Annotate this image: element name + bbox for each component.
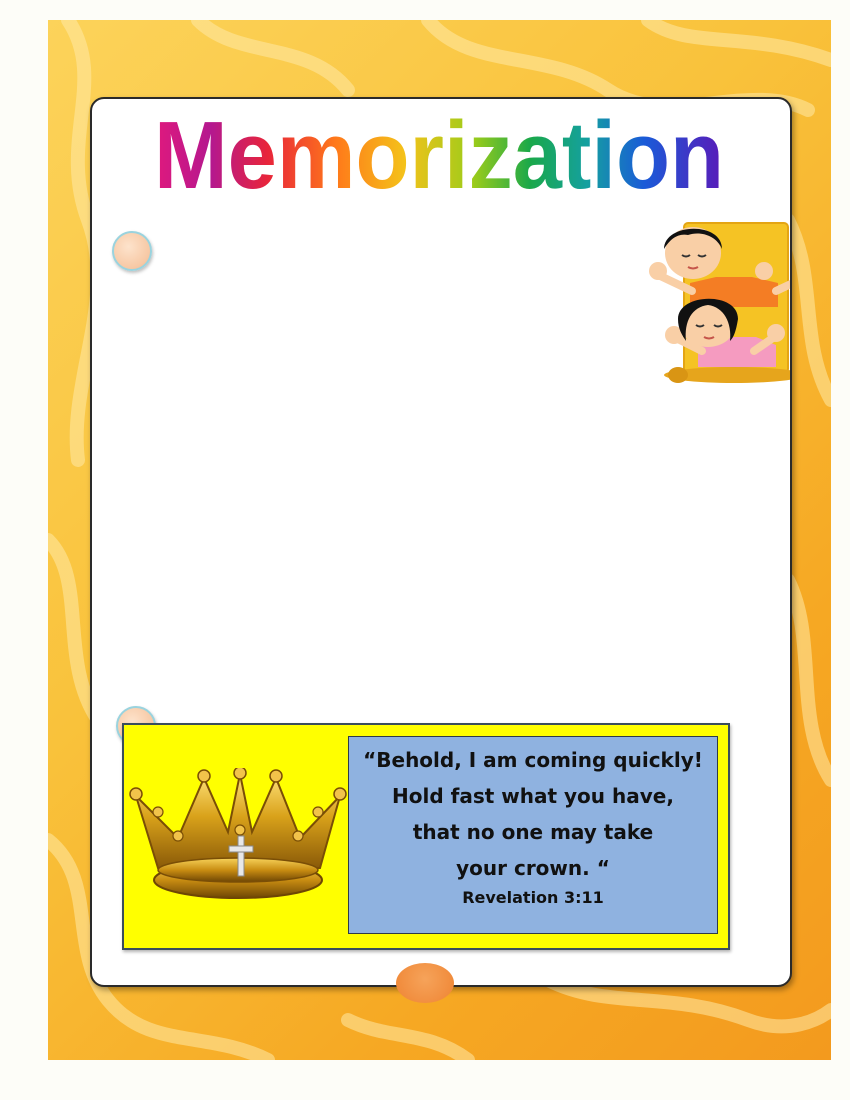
gold-crown-icon bbox=[129, 768, 347, 899]
pin-icon bbox=[112, 231, 152, 271]
verse-line: that no one may take bbox=[412, 820, 654, 844]
verse-line: “Behold, I am coming quickly! bbox=[363, 748, 703, 772]
verse-line: Hold fast what you have, bbox=[392, 784, 674, 808]
verse-panel: “Behold, I am coming quickly! Hold fast … bbox=[348, 736, 718, 934]
verse-line: your crown. “ bbox=[456, 856, 610, 880]
page-title: Memorization bbox=[153, 101, 726, 211]
page-title-text: Memorization bbox=[154, 102, 724, 209]
bottom-tab bbox=[396, 963, 454, 1003]
verse-reference: Revelation 3:11 bbox=[462, 888, 604, 907]
praying-children-illustration bbox=[649, 222, 790, 383]
